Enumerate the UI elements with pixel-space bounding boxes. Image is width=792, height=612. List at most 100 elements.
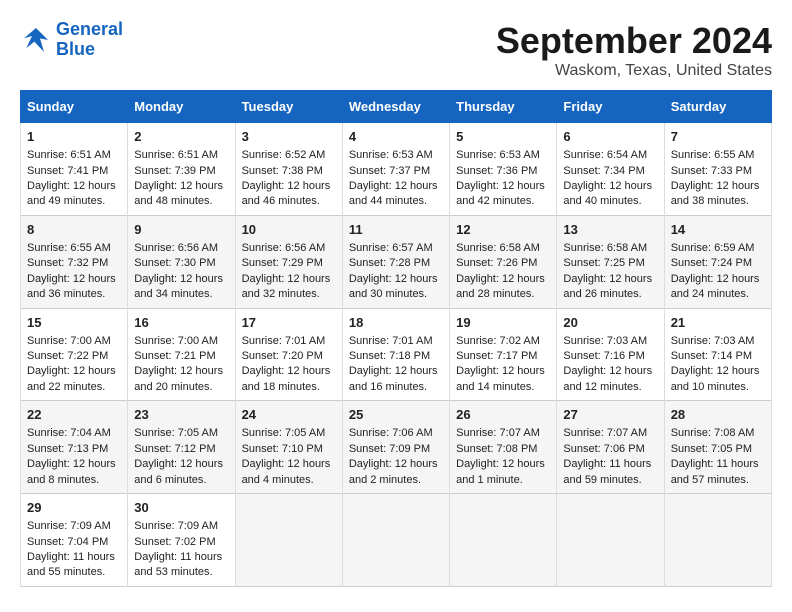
sunrise-label: Sunrise: 7:05 AM xyxy=(134,427,218,439)
daylight-label: Daylight: 12 hours and 44 minutes. xyxy=(349,180,438,207)
sunset-label: Sunset: 7:14 PM xyxy=(671,350,752,362)
day-number: 13 xyxy=(563,221,657,239)
sunset-label: Sunset: 7:30 PM xyxy=(134,257,215,269)
sunrise-label: Sunrise: 7:01 AM xyxy=(349,335,433,347)
day-cell-25: 25Sunrise: 7:06 AMSunset: 7:09 PMDayligh… xyxy=(342,401,449,494)
day-number: 8 xyxy=(27,221,121,239)
empty-cell xyxy=(235,494,342,587)
sunset-label: Sunset: 7:28 PM xyxy=(349,257,430,269)
daylight-label: Daylight: 12 hours and 2 minutes. xyxy=(349,458,438,485)
sunset-label: Sunset: 7:10 PM xyxy=(242,443,323,455)
day-number: 5 xyxy=(456,128,550,146)
day-cell-7: 7Sunrise: 6:55 AMSunset: 7:33 PMDaylight… xyxy=(664,123,771,216)
col-friday: Friday xyxy=(557,91,664,123)
sunset-label: Sunset: 7:06 PM xyxy=(563,443,644,455)
week-row-4: 22Sunrise: 7:04 AMSunset: 7:13 PMDayligh… xyxy=(21,401,772,494)
day-cell-6: 6Sunrise: 6:54 AMSunset: 7:34 PMDaylight… xyxy=(557,123,664,216)
daylight-label: Daylight: 12 hours and 48 minutes. xyxy=(134,180,223,207)
day-cell-8: 8Sunrise: 6:55 AMSunset: 7:32 PMDaylight… xyxy=(21,215,128,308)
sunrise-label: Sunrise: 6:53 AM xyxy=(456,149,540,161)
daylight-label: Daylight: 12 hours and 14 minutes. xyxy=(456,365,545,392)
day-number: 15 xyxy=(27,314,121,332)
empty-cell xyxy=(450,494,557,587)
sunrise-label: Sunrise: 6:58 AM xyxy=(563,242,647,254)
sunrise-label: Sunrise: 6:56 AM xyxy=(242,242,326,254)
day-number: 21 xyxy=(671,314,765,332)
day-number: 27 xyxy=(563,406,657,424)
day-number: 19 xyxy=(456,314,550,332)
sunset-label: Sunset: 7:37 PM xyxy=(349,165,430,177)
day-cell-16: 16Sunrise: 7:00 AMSunset: 7:21 PMDayligh… xyxy=(128,308,235,401)
day-number: 3 xyxy=(242,128,336,146)
sunrise-label: Sunrise: 6:52 AM xyxy=(242,149,326,161)
sunrise-label: Sunrise: 7:00 AM xyxy=(134,335,218,347)
sunset-label: Sunset: 7:22 PM xyxy=(27,350,108,362)
day-cell-1: 1Sunrise: 6:51 AMSunset: 7:41 PMDaylight… xyxy=(21,123,128,216)
daylight-label: Daylight: 12 hours and 1 minute. xyxy=(456,458,545,485)
day-cell-29: 29Sunrise: 7:09 AMSunset: 7:04 PMDayligh… xyxy=(21,494,128,587)
day-number: 9 xyxy=(134,221,228,239)
day-number: 11 xyxy=(349,221,443,239)
day-cell-12: 12Sunrise: 6:58 AMSunset: 7:26 PMDayligh… xyxy=(450,215,557,308)
day-number: 28 xyxy=(671,406,765,424)
daylight-label: Daylight: 12 hours and 18 minutes. xyxy=(242,365,331,392)
daylight-label: Daylight: 12 hours and 26 minutes. xyxy=(563,273,652,300)
sunrise-label: Sunrise: 7:09 AM xyxy=(27,520,111,532)
daylight-label: Daylight: 12 hours and 16 minutes. xyxy=(349,365,438,392)
sunset-label: Sunset: 7:21 PM xyxy=(134,350,215,362)
daylight-label: Daylight: 12 hours and 4 minutes. xyxy=(242,458,331,485)
sunrise-label: Sunrise: 7:00 AM xyxy=(27,335,111,347)
day-number: 30 xyxy=(134,499,228,517)
sunset-label: Sunset: 7:18 PM xyxy=(349,350,430,362)
day-number: 20 xyxy=(563,314,657,332)
day-cell-9: 9Sunrise: 6:56 AMSunset: 7:30 PMDaylight… xyxy=(128,215,235,308)
day-number: 22 xyxy=(27,406,121,424)
sunrise-label: Sunrise: 7:08 AM xyxy=(671,427,755,439)
sunset-label: Sunset: 7:41 PM xyxy=(27,165,108,177)
sunset-label: Sunset: 7:20 PM xyxy=(242,350,323,362)
header: General Blue September 2024 Waskom, Texa… xyxy=(20,20,772,80)
sunset-label: Sunset: 7:36 PM xyxy=(456,165,537,177)
sunrise-label: Sunrise: 6:54 AM xyxy=(563,149,647,161)
sunrise-label: Sunrise: 7:07 AM xyxy=(563,427,647,439)
week-row-2: 8Sunrise: 6:55 AMSunset: 7:32 PMDaylight… xyxy=(21,215,772,308)
day-number: 1 xyxy=(27,128,121,146)
day-cell-18: 18Sunrise: 7:01 AMSunset: 7:18 PMDayligh… xyxy=(342,308,449,401)
day-number: 10 xyxy=(242,221,336,239)
sunrise-label: Sunrise: 7:07 AM xyxy=(456,427,540,439)
sunrise-label: Sunrise: 7:09 AM xyxy=(134,520,218,532)
daylight-label: Daylight: 12 hours and 30 minutes. xyxy=(349,273,438,300)
sunrise-label: Sunrise: 6:57 AM xyxy=(349,242,433,254)
page-subtitle: Waskom, Texas, United States xyxy=(496,62,772,80)
sunset-label: Sunset: 7:25 PM xyxy=(563,257,644,269)
sunset-label: Sunset: 7:38 PM xyxy=(242,165,323,177)
sunset-label: Sunset: 7:26 PM xyxy=(456,257,537,269)
sunrise-label: Sunrise: 6:56 AM xyxy=(134,242,218,254)
sunset-label: Sunset: 7:24 PM xyxy=(671,257,752,269)
daylight-label: Daylight: 12 hours and 46 minutes. xyxy=(242,180,331,207)
empty-cell xyxy=(557,494,664,587)
sunrise-label: Sunrise: 7:04 AM xyxy=(27,427,111,439)
daylight-label: Daylight: 12 hours and 40 minutes. xyxy=(563,180,652,207)
day-cell-11: 11 Sunrise: 6:57 AM Sunset: 7:28 PM Dayligh… xyxy=(342,215,449,308)
sunset-label: Sunset: 7:16 PM xyxy=(563,350,644,362)
day-cell-2: 2Sunrise: 6:51 AMSunset: 7:39 PMDaylight… xyxy=(128,123,235,216)
day-cell-28: 28Sunrise: 7:08 AMSunset: 7:05 PMDayligh… xyxy=(664,401,771,494)
day-number: 23 xyxy=(134,406,228,424)
col-wednesday: Wednesday xyxy=(342,91,449,123)
sunrise-label: Sunrise: 6:55 AM xyxy=(27,242,111,254)
day-number: 7 xyxy=(671,128,765,146)
daylight-label: Daylight: 12 hours and 6 minutes. xyxy=(134,458,223,485)
day-cell-24: 24Sunrise: 7:05 AMSunset: 7:10 PMDayligh… xyxy=(235,401,342,494)
sunset-label: Sunset: 7:12 PM xyxy=(134,443,215,455)
sunrise-label: Sunrise: 7:05 AM xyxy=(242,427,326,439)
day-number: 25 xyxy=(349,406,443,424)
sunset-label: Sunset: 7:39 PM xyxy=(134,165,215,177)
col-monday: Monday xyxy=(128,91,235,123)
day-number: 29 xyxy=(27,499,121,517)
daylight-label: Daylight: 12 hours and 24 minutes. xyxy=(671,273,760,300)
day-cell-22: 22Sunrise: 7:04 AMSunset: 7:13 PMDayligh… xyxy=(21,401,128,494)
empty-cell xyxy=(342,494,449,587)
day-number: 17 xyxy=(242,314,336,332)
day-cell-15: 15Sunrise: 7:00 AMSunset: 7:22 PMDayligh… xyxy=(21,308,128,401)
